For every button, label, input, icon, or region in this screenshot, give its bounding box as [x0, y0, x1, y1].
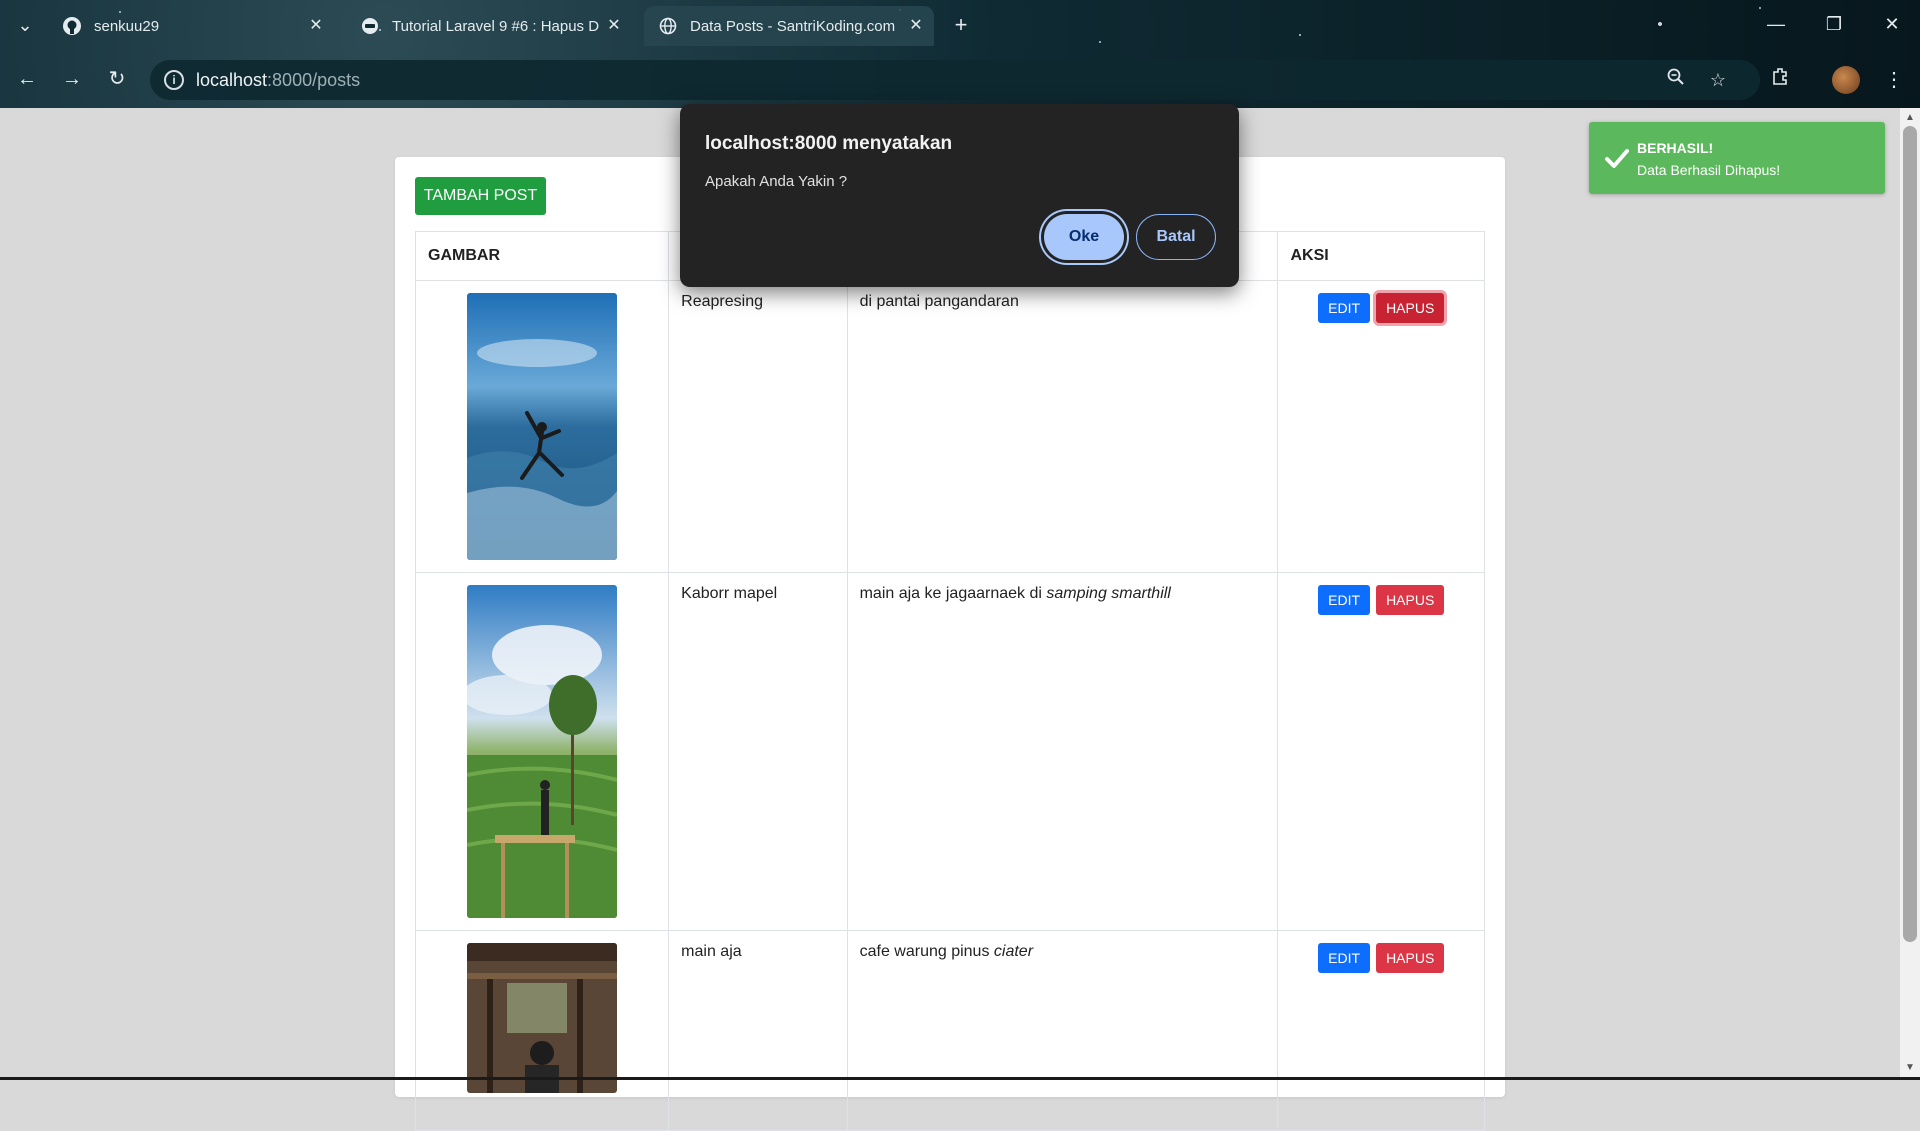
url-host: localhost	[196, 70, 268, 90]
title-cell: main aja	[668, 930, 848, 1131]
table-row: main aja cafe warung pinus ciater EDIT H…	[414, 930, 1485, 1131]
new-tab-icon[interactable]: +	[948, 12, 974, 38]
actions-cell: EDIT HAPUS	[1277, 930, 1485, 1131]
tab-label: Data Posts - SantriKoding.com	[690, 17, 896, 35]
actions-cell: EDIT HAPUS	[1277, 280, 1485, 573]
post-image	[467, 585, 618, 918]
content-text: cafe warung pinus	[859, 943, 994, 960]
edit-button[interactable]: EDIT	[1318, 293, 1371, 323]
toast-title: BERHASIL!	[1637, 140, 1714, 156]
tab-close-icon[interactable]: ✕	[906, 16, 926, 36]
forward-icon[interactable]: →	[55, 62, 89, 96]
success-toast[interactable]: BERHASIL! Data Berhasil Dihapus!	[1589, 122, 1885, 194]
scroll-down-icon[interactable]: ▼	[1900, 1060, 1920, 1076]
browser-chrome: ⌄ senkuu29 ✕ Tutorial Laravel 9 #6 : Hap…	[0, 0, 1920, 108]
tab-close-icon[interactable]: ✕	[306, 16, 326, 36]
tab-label: Tutorial Laravel 9 #6 : Hapus D	[392, 17, 600, 35]
content-cell: main aja ke jagaarnaek di samping smarth…	[846, 572, 1279, 931]
tab-close-icon[interactable]: ✕	[604, 16, 624, 36]
content-text: di pantai pangandaran	[859, 293, 1019, 310]
post-image	[467, 293, 618, 560]
scrollbar-thumb[interactable]	[1903, 126, 1917, 942]
dialog-title: localhost:8000 menyatakan	[705, 133, 953, 154]
delete-button[interactable]: HAPUS	[1376, 585, 1445, 615]
profile-avatar[interactable]	[1832, 66, 1860, 94]
actions-cell: EDIT HAPUS	[1277, 572, 1485, 931]
restore-icon[interactable]: ❐	[1814, 10, 1854, 38]
content-text-italic: samping smarthill	[1046, 585, 1171, 602]
ok-button[interactable]: Oke	[1044, 214, 1124, 260]
posts-table: GAMBAR J AKSI	[414, 231, 1485, 1131]
delete-button[interactable]: HAPUS	[1376, 943, 1445, 973]
site-info-icon[interactable]: i	[164, 70, 184, 90]
url-text[interactable]: localhost:8000/posts	[196, 70, 360, 91]
edit-button[interactable]: EDIT	[1318, 943, 1371, 973]
image-cell	[414, 572, 670, 931]
close-window-icon[interactable]: ✕	[1872, 10, 1912, 38]
content-text-italic: ciater	[993, 943, 1034, 960]
tab-search-icon[interactable]: ⌄	[12, 12, 38, 38]
column-header-image: GAMBAR	[414, 231, 670, 281]
image-cell	[414, 280, 670, 573]
post-image	[467, 943, 618, 1093]
table-row: Kaborr mapel main aja ke jagaarnaek di s…	[414, 572, 1485, 931]
title-cell: Kaborr mapel	[668, 572, 848, 931]
url-path: :8000/posts	[267, 70, 361, 90]
minimize-icon[interactable]: —	[1756, 10, 1796, 38]
extensions-icon[interactable]	[1765, 64, 1797, 96]
bookmark-star-icon[interactable]: ☆	[1704, 66, 1732, 94]
confirm-dialog: localhost:8000 menyatakan Apakah Anda Ya…	[680, 104, 1239, 287]
address-bar[interactable]: i localhost:8000/posts ☆	[150, 60, 1760, 100]
scroll-up-icon[interactable]: ▲	[1900, 110, 1920, 126]
menu-kebab-icon[interactable]: ⋮	[1878, 64, 1910, 96]
tab-label: senkuu29	[94, 17, 160, 35]
tab-tutorial[interactable]: Tutorial Laravel 9 #6 : Hapus D ✕	[346, 6, 632, 46]
title-cell: Reapresing	[668, 280, 848, 573]
globe-icon	[658, 16, 678, 36]
content-cell: di pantai pangandaran	[846, 280, 1279, 573]
add-post-button[interactable]: TAMBAH POST	[415, 177, 546, 215]
edit-button[interactable]: EDIT	[1318, 585, 1371, 615]
zoom-icon[interactable]	[1662, 66, 1690, 94]
delete-button[interactable]: HAPUS	[1376, 293, 1445, 323]
column-header-actions: AKSI	[1277, 231, 1485, 281]
toast-message: Data Berhasil Dihapus!	[1637, 162, 1781, 178]
checkmark-icon	[1605, 149, 1629, 168]
site-icon	[360, 16, 380, 36]
reload-icon[interactable]: ↻	[100, 62, 134, 96]
browser-toolbar: ← → ↻ i localhost:8000/posts ☆ ⋮	[0, 52, 1920, 108]
tab-data-posts[interactable]: Data Posts - SantriKoding.com ✕	[644, 6, 934, 46]
dialog-message: Apakah Anda Yakin ?	[705, 173, 848, 190]
image-cell	[414, 930, 670, 1131]
table-row: Reapresing di pantai pangandaran EDIT HA…	[414, 280, 1485, 573]
github-icon	[62, 16, 82, 36]
tab-github[interactable]: senkuu29 ✕	[48, 6, 334, 46]
cancel-button[interactable]: Batal	[1136, 214, 1216, 260]
tab-strip: ⌄ senkuu29 ✕ Tutorial Laravel 9 #6 : Hap…	[0, 0, 1920, 50]
content-text: main aja ke jagaarnaek di	[859, 585, 1047, 602]
back-icon[interactable]: ←	[10, 62, 44, 96]
content-cell: cafe warung pinus ciater	[846, 930, 1279, 1131]
